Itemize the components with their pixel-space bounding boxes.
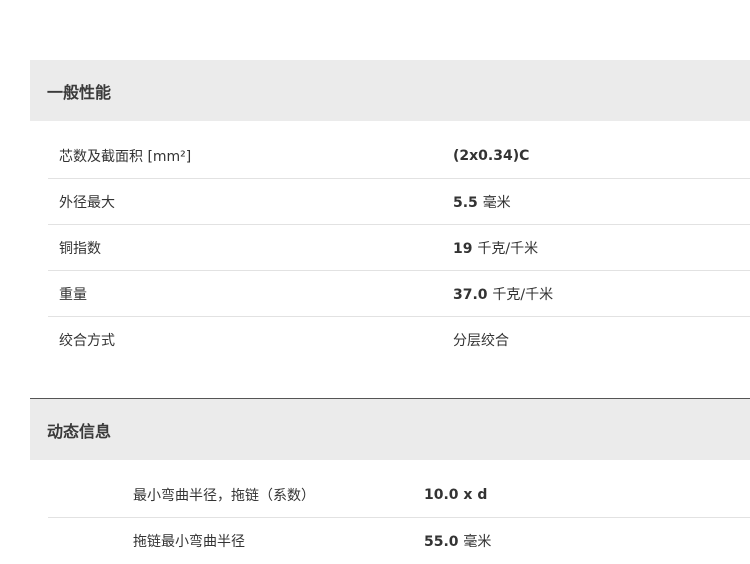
- row-label: 铜指数: [59, 240, 101, 257]
- section-header-general: 一般性能: [30, 60, 750, 121]
- section-title: 一般性能: [47, 82, 112, 102]
- row-value: 37.0 千克/千米: [453, 286, 554, 303]
- table-row: 最小弯曲半径，拖链（系数） 10.0 x d: [48, 472, 750, 518]
- section-header-dynamic: 动态信息: [30, 398, 750, 460]
- section-title: 动态信息: [47, 421, 112, 441]
- row-label: 最小弯曲半径，拖链（系数）: [133, 487, 315, 504]
- table-row: 芯数及截面积 [mm²] (2x0.34)C: [48, 133, 750, 179]
- table-row: 拖链最小弯曲半径 55.0 毫米: [48, 518, 750, 564]
- row-value: (2x0.34)C: [453, 147, 530, 164]
- table-row: 铜指数 19 千克/千米: [48, 225, 750, 271]
- table-row: 重量 37.0 千克/千米: [48, 271, 750, 317]
- row-label: 拖链最小弯曲半径: [133, 534, 245, 550]
- row-value: 5.5 毫米: [453, 194, 511, 211]
- row-value: 分层绞合: [453, 333, 509, 349]
- row-label: 外径最大: [59, 194, 115, 211]
- row-value: 19 千克/千米: [453, 240, 539, 257]
- row-value: 55.0 毫米: [424, 534, 492, 550]
- table-row: 外径最大 5.5 毫米: [48, 179, 750, 225]
- row-label: 绞合方式: [59, 333, 115, 349]
- row-label: 重量: [59, 286, 87, 303]
- table-row: 绞合方式 分层绞合: [48, 317, 750, 363]
- row-label: 芯数及截面积 [mm²]: [59, 148, 192, 165]
- row-value: 10.0 x d: [424, 486, 488, 503]
